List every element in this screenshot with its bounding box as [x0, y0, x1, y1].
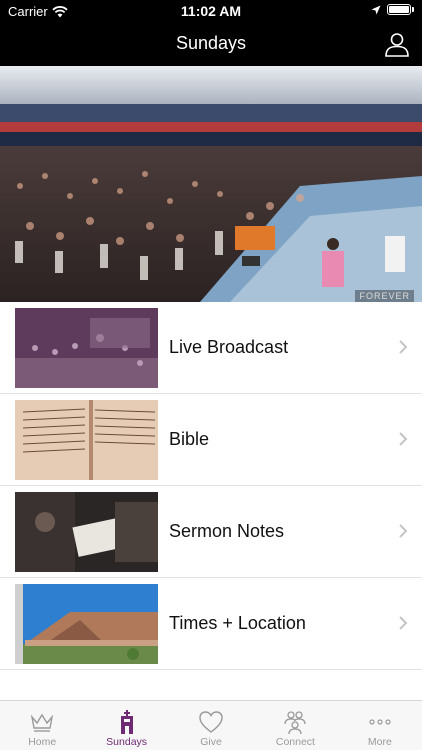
list-item-label: Live Broadcast — [169, 337, 289, 357]
sermon-notes-thumbnail — [15, 492, 158, 572]
chevron-right-icon — [399, 524, 408, 538]
list-item-label: Sermon Notes — [169, 521, 285, 541]
tab-connect[interactable]: Connect — [253, 701, 337, 750]
heart-icon — [199, 711, 223, 733]
list-item-label: Times + Location — [169, 613, 306, 633]
live-broadcast-thumbnail — [15, 308, 158, 388]
tab-bar: Home Sundays Give Connect More — [0, 700, 422, 750]
tab-label: More — [367, 736, 392, 748]
tab-more[interactable]: More — [338, 701, 422, 750]
congregation-photo — [0, 66, 422, 302]
tab-label: Home — [28, 736, 57, 748]
list-item-live-broadcast[interactable]: Live Broadcast — [0, 302, 422, 394]
battery-icon — [387, 4, 411, 15]
status-time: 11:02 AM — [180, 3, 242, 19]
tab-home[interactable]: Home — [0, 701, 84, 750]
menu-list: Live Broadcast Bible Sermon Notes Times … — [0, 302, 422, 670]
church-icon — [120, 710, 133, 734]
crown-icon — [31, 713, 54, 732]
tab-sundays[interactable]: Sundays — [84, 701, 168, 750]
chevron-right-icon — [399, 432, 408, 446]
list-item-label: Bible — [169, 429, 210, 449]
battery-tip — [412, 7, 414, 12]
chevron-right-icon — [399, 616, 408, 630]
hero-caption: FOREVER — [355, 290, 414, 302]
page-title: Sundays — [175, 33, 247, 53]
times-location-thumbnail — [15, 584, 158, 664]
list-item-bible[interactable]: Bible — [0, 394, 422, 486]
tab-label: Give — [200, 736, 222, 748]
chevron-right-icon — [399, 340, 408, 354]
nav-bar: Sundays — [0, 22, 422, 66]
tab-label: Sundays — [106, 736, 148, 748]
people-icon — [284, 711, 307, 735]
status-right — [371, 4, 414, 15]
list-item-times-location[interactable]: Times + Location — [0, 578, 422, 670]
hero-image: FOREVER — [0, 66, 422, 302]
location-arrow-icon — [371, 5, 381, 14]
tab-label: Connect — [275, 736, 315, 748]
more-icon — [369, 719, 391, 725]
tab-give[interactable]: Give — [169, 701, 253, 750]
status-bar: Carrier 11:02 AM — [0, 0, 422, 22]
profile-icon[interactable] — [384, 31, 410, 57]
bible-thumbnail — [15, 400, 158, 480]
list-item-sermon-notes[interactable]: Sermon Notes — [0, 486, 422, 578]
